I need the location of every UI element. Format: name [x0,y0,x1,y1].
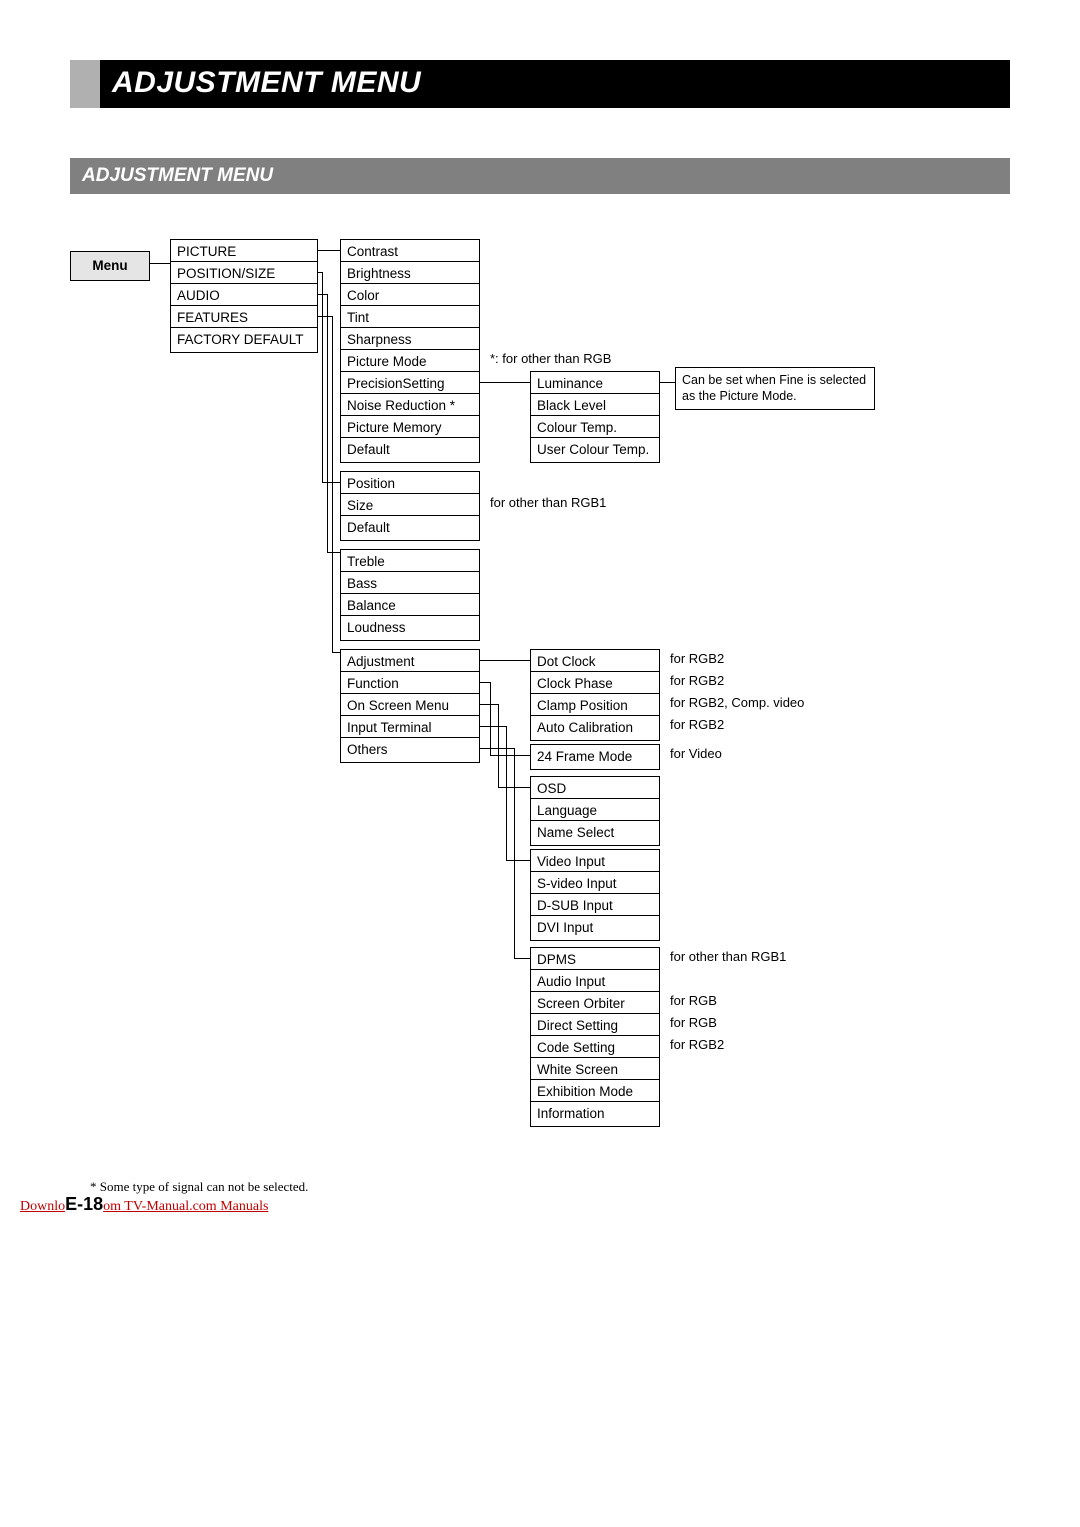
download-suffix: om TV-Manual.com Manuals [103,1199,268,1214]
note-fine-mode: Can be set when Fine is selected as the … [675,367,875,410]
func-24frame: 24 Frame Mode [530,744,660,770]
conn [322,272,323,482]
adj-auto-calibration: Auto Calibration [530,715,660,741]
note-for-video: for Video [670,746,722,761]
conn [332,652,340,653]
conn [480,704,498,705]
download-prefix: Downlo [20,1199,65,1214]
conn [480,726,506,727]
note-rgb2-comp: for RGB2, Comp. video [670,695,804,710]
conn [327,552,340,553]
l1-factory-default: FACTORY DEFAULT [170,327,318,353]
feat-others: Others [340,737,480,763]
conn [514,748,515,958]
note-rgb2-d: for RGB2 [670,1037,724,1052]
conn [490,682,491,755]
conn [332,316,333,652]
section-heading: ADJUSTMENT MENU [70,158,1010,194]
note-for-rgb-b: for RGB [670,1015,717,1030]
pic-default: Default [340,437,480,463]
page-number: E-18 [65,1194,103,1215]
conn [322,482,340,483]
conn [660,382,675,383]
conn [480,382,530,383]
conn [514,958,530,959]
conn [480,682,490,683]
pos-default: Default [340,515,480,541]
note-rgb2-a: for RGB2 [670,651,724,666]
conn [150,263,170,264]
note-for-rgb-a: for RGB [670,993,717,1008]
osm-name-select: Name Select [530,820,660,846]
title-gray-block [70,60,100,108]
menu-tree: Menu PICTURE POSITION/SIZE AUDIO FEATURE… [70,239,1010,1129]
conn [318,272,322,273]
conn [318,316,332,317]
note-other-than-rgb: *: for other than RGB [490,351,611,366]
conn [498,704,499,787]
conn [506,726,507,860]
page-title: ADJUSTMENT MENU [100,60,1010,108]
inp-dvi: DVI Input [530,915,660,941]
aud-loudness: Loudness [340,615,480,641]
note-other-than-rgb1-b: for other than RGB1 [670,949,786,964]
conn [490,755,530,756]
prec-user-colour-temp: User Colour Temp. [530,437,660,463]
footnote: * Some type of signal can not be selecte… [90,1179,1010,1195]
conn [506,860,530,861]
page-title-bar: ADJUSTMENT MENU [70,60,1010,108]
oth-information: Information [530,1101,660,1127]
menu-root-box: Menu [70,251,150,281]
conn [480,748,514,749]
note-rgb2-b: for RGB2 [670,673,724,688]
conn [318,294,327,295]
conn [480,660,530,661]
conn [327,294,328,552]
note-rgb2-c: for RGB2 [670,717,724,732]
note-other-than-rgb1-a: for other than RGB1 [490,495,606,510]
download-link[interactable]: DownloE-18om TV-Manual.com Manuals [20,1194,268,1215]
conn [318,250,340,251]
